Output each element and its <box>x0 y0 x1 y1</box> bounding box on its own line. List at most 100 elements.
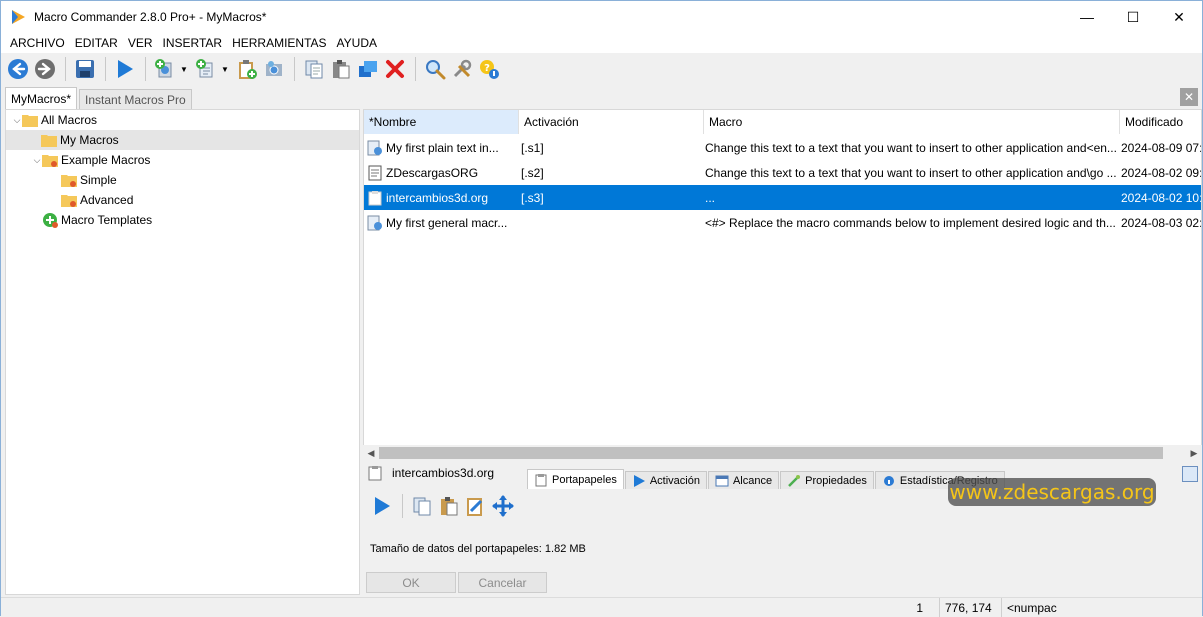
scroll-left-icon[interactable]: ◀ <box>363 445 379 461</box>
cell-modified: 2024-08-09 07:2 <box>1121 140 1202 155</box>
cell-activation: [.s1] <box>521 140 544 155</box>
app-logo-icon <box>10 9 26 25</box>
tab-label: Activación <box>649 474 700 487</box>
cell-name: intercambios3d.org <box>386 190 489 205</box>
save-icon[interactable] <box>72 56 98 82</box>
new-clipboard-icon[interactable] <box>234 56 260 82</box>
tree-item-example-macros[interactable]: ⌵ Example Macros <box>32 150 150 170</box>
tab-propiedades[interactable]: Propiedades <box>780 471 874 489</box>
selected-macro-name: intercambios3d.org <box>367 463 494 483</box>
delete-icon[interactable] <box>382 56 408 82</box>
status-bar: 1 776, 174 <numpac <box>1 597 1202 617</box>
tree-item-simple[interactable]: Simple <box>61 170 117 190</box>
menu-ayuda[interactable]: AYUDA <box>332 36 382 50</box>
add-item-icon[interactable] <box>193 56 219 82</box>
tree-item-macro-templates[interactable]: Macro Templates <box>42 210 152 230</box>
tab-activacion[interactable]: Activación <box>624 471 707 489</box>
cell-activation: [.s3] <box>521 190 544 205</box>
chevron-down-icon[interactable]: ▼ <box>179 56 189 82</box>
menu-insertar[interactable]: INSERTAR <box>158 36 228 50</box>
toolbar-separator <box>65 57 66 81</box>
add-macro-icon[interactable] <box>152 56 178 82</box>
table-row[interactable]: ZDescargasORG [.s2] Change this text to … <box>364 160 1202 185</box>
chevron-down-icon[interactable]: ▼ <box>220 56 230 82</box>
maximize-button[interactable]: ☐ <box>1110 1 1156 33</box>
tab-portapapeles[interactable]: Portapapeles <box>527 469 624 489</box>
edit-icon[interactable] <box>463 493 489 519</box>
close-button[interactable]: ✕ <box>1156 1 1202 33</box>
column-header-macro[interactable]: Macro <box>704 110 1120 134</box>
window-icon <box>715 474 729 488</box>
detail-tabs: Portapapeles Activación Alcance Propieda… <box>527 469 1006 489</box>
tools-icon[interactable] <box>449 56 475 82</box>
table-row[interactable]: My first plain text in... [.s1] Change t… <box>364 135 1202 160</box>
tab-mymacros[interactable]: MyMacros* <box>5 87 78 109</box>
menu-herramientas[interactable]: HERRAMIENTAS <box>227 36 331 50</box>
back-icon[interactable] <box>5 56 31 82</box>
cancel-button[interactable]: Cancelar <box>458 572 547 593</box>
tab-alcance[interactable]: Alcance <box>707 471 780 489</box>
status-count: 1 <box>916 600 923 615</box>
toolbar-separator <box>415 57 416 81</box>
table-row[interactable]: intercambios3d.org [.s3] ... 2024-08-02 … <box>364 185 1201 210</box>
list-header: *Nombre Activación Macro Modificado <box>364 110 1201 134</box>
tree-item-my-macros[interactable]: My Macros <box>6 130 359 150</box>
close-panel-icon[interactable]: ✕ <box>1180 88 1198 106</box>
toolbar-separator <box>145 57 146 81</box>
locked-folder-icon <box>42 152 58 168</box>
toolbar-separator <box>294 57 295 81</box>
menu-bar: ARCHIVO EDITAR VER INSERTAR HERRAMIENTAS… <box>1 33 1202 53</box>
expand-icon[interactable] <box>1182 466 1198 482</box>
column-header-modificado[interactable]: Modificado <box>1120 110 1201 134</box>
tree-item-all-macros[interactable]: ⌵ All Macros <box>12 110 97 130</box>
column-header-nombre[interactable]: *Nombre <box>364 110 519 134</box>
locked-folder-icon <box>61 172 77 188</box>
plain-text-macro-icon <box>367 140 383 156</box>
window-title: Macro Commander 2.8.0 Pro+ - MyMacros* <box>34 10 267 24</box>
cell-macro: <#> Replace the macro commands below to … <box>705 215 1116 230</box>
properties-icon <box>787 474 801 488</box>
menu-archivo[interactable]: ARCHIVO <box>5 36 70 50</box>
cell-name: My first general macr... <box>386 215 508 230</box>
locked-folder-icon <box>61 192 77 208</box>
info-icon <box>882 474 896 488</box>
watermark-text: www.zdescargas.org <box>948 478 1156 506</box>
forward-icon[interactable] <box>32 56 58 82</box>
clipboard-icon <box>367 190 383 206</box>
scrollbar-thumb[interactable] <box>379 447 1163 459</box>
ok-button[interactable]: OK <box>366 572 456 593</box>
svg-text:?: ? <box>484 63 490 74</box>
search-icon[interactable] <box>422 56 448 82</box>
run-icon[interactable] <box>112 56 138 82</box>
cell-activation <box>519 210 704 235</box>
chevron-down-icon[interactable]: ⌵ <box>32 155 42 166</box>
menu-editar[interactable]: EDITAR <box>70 36 123 50</box>
status-coords: 776, 174 <box>939 598 999 617</box>
paste-icon[interactable] <box>328 56 354 82</box>
column-header-activacion[interactable]: Activación <box>519 110 704 134</box>
paste-icon[interactable] <box>436 493 462 519</box>
scroll-right-icon[interactable]: ▶ <box>1186 445 1202 461</box>
clipboard-icon <box>534 473 548 487</box>
menu-ver[interactable]: VER <box>123 36 158 50</box>
tab-label: Propiedades <box>805 474 867 487</box>
move-icon[interactable] <box>490 493 516 519</box>
tab-instant-macros-pro[interactable]: Instant Macros Pro <box>79 89 192 109</box>
duplicate-icon[interactable] <box>355 56 381 82</box>
clipboard-toolbar <box>369 493 517 519</box>
toolbar-separator <box>105 57 106 81</box>
chevron-down-icon[interactable]: ⌵ <box>12 115 22 126</box>
macro-settings-icon[interactable] <box>261 56 287 82</box>
minimize-button[interactable]: — <box>1064 1 1110 33</box>
tree-item-label: All Macros <box>41 113 98 127</box>
tree-item-advanced[interactable]: Advanced <box>61 190 133 210</box>
table-row[interactable]: My first general macr... <#> Replace the… <box>364 210 1201 235</box>
copy-icon[interactable] <box>409 493 435 519</box>
cell-modified: 2024-08-02 09:5 <box>1121 165 1202 180</box>
cell-name: My first plain text in... <box>386 140 499 155</box>
play-icon[interactable] <box>369 493 395 519</box>
horizontal-scrollbar[interactable]: ◀ ▶ <box>363 445 1202 461</box>
copy-icon[interactable] <box>301 56 327 82</box>
tree-item-label: Simple <box>80 173 117 187</box>
help-icon[interactable]: ? <box>476 56 502 82</box>
